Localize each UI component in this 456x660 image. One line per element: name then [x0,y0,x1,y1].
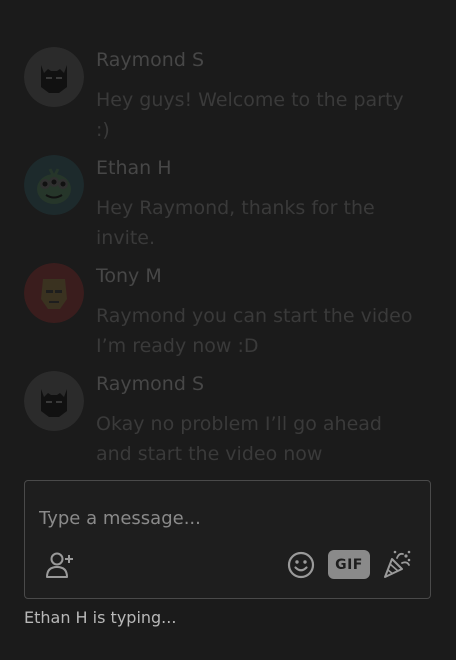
party-button[interactable] [381,548,413,580]
message-author: Ethan H [96,157,172,179]
message-item: Raymond S Okay no problem I’ll go ahead … [24,371,434,471]
smiley-icon [287,551,315,579]
message-composer: GIF [24,480,431,599]
message-author: Tony M [96,265,162,287]
ironman-icon [24,263,84,323]
party-popper-icon [384,550,411,578]
message-text: Hey Raymond, thanks for the invite. [96,197,375,249]
gif-button[interactable]: GIF [328,550,370,579]
message-text: Okay no problem I’ll go ahead and start … [96,413,382,465]
message-item: Ethan H Hey Raymond, thanks for the invi… [24,155,434,255]
emoji-button[interactable] [286,550,316,580]
message-text: Raymond you can start the video I’m read… [96,305,413,357]
message-item: Tony M Raymond you can start the video I… [24,263,434,363]
avatar[interactable] [24,263,84,323]
avatar[interactable] [24,47,84,107]
message-item: Raymond S Hey guys! Welcome to the party… [24,47,434,147]
message-text: Hey guys! Welcome to the party :) [96,89,404,141]
add-user-icon [46,552,73,578]
batman-icon [24,371,84,431]
message-author: Raymond S [96,373,205,395]
batman-icon [24,47,84,107]
message-input[interactable] [37,503,421,533]
add-user-button[interactable] [45,550,75,580]
avatar[interactable] [24,155,84,215]
message-author: Raymond S [96,49,205,71]
avatar[interactable] [24,371,84,431]
alien-icon [24,155,84,215]
typing-indicator: Ethan H is typing... [24,608,177,627]
